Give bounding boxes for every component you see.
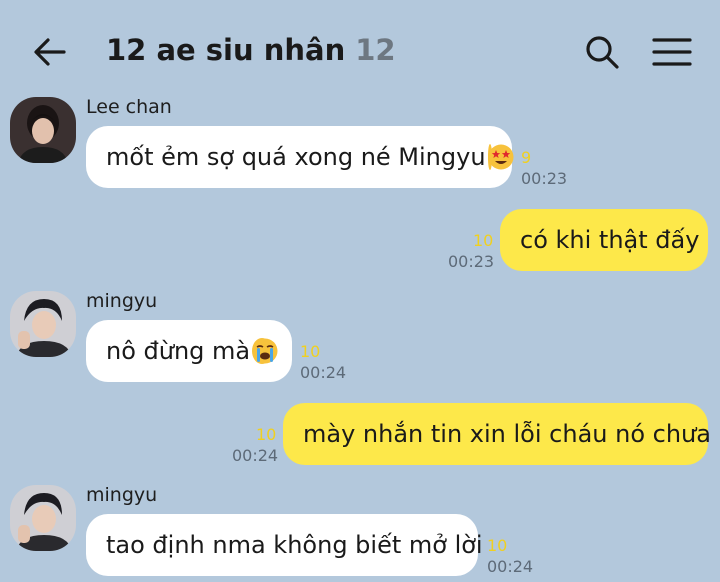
message-text: mày nhắn tin xin lỗi cháu nó chưa <box>303 420 711 448</box>
star-struck-emoji-icon <box>487 144 514 170</box>
sender-name: mingyu <box>86 484 158 506</box>
message-bubble-outgoing[interactable]: có khi thật đấy <box>500 209 708 271</box>
unread-count: 10 <box>473 231 494 250</box>
chat-title: 12 ae siu nhân <box>106 33 346 67</box>
message-text: mốt ẻm sợ quá xong né Mingyu <box>106 143 486 171</box>
unread-count: 10 <box>300 342 321 361</box>
message-text: tao định nma không biết mở lời <box>106 531 483 559</box>
crying-emoji-icon <box>252 338 278 364</box>
profile-photo-icon <box>10 291 76 357</box>
member-count: 12 <box>355 33 396 67</box>
profile-photo-icon <box>10 485 76 551</box>
arrow-left-icon <box>34 38 66 66</box>
message-bubble-incoming[interactable]: mốt ẻm sợ quá xong né Mingyu <box>86 126 514 188</box>
message-text: nô đừng mà <box>106 337 251 365</box>
avatar-mingyu[interactable] <box>10 291 76 357</box>
sender-name: Lee chan <box>86 96 172 118</box>
unread-count: 10 <box>487 536 508 555</box>
message-bubble-outgoing[interactable]: mày nhắn tin xin lỗi cháu nó chưa <box>283 403 711 465</box>
message-bubble-incoming[interactable]: tao định nma không biết mở lời <box>86 514 483 576</box>
message-time: 00:24 <box>232 446 279 465</box>
message-text: có khi thật đấy <box>520 226 700 254</box>
back-button[interactable] <box>30 32 70 72</box>
search-icon <box>586 36 619 69</box>
menu-button[interactable] <box>650 32 694 72</box>
avatar-lee-chan[interactable] <box>10 97 76 163</box>
message-time: 00:24 <box>300 363 347 382</box>
avatar-mingyu[interactable] <box>10 485 76 551</box>
unread-count: 10 <box>256 425 277 444</box>
message-time: 00:23 <box>521 169 568 188</box>
message-time: 00:24 <box>487 557 534 576</box>
message-bubble-incoming[interactable]: nô đừng mà <box>86 320 292 382</box>
profile-photo-icon <box>10 97 76 163</box>
message-time: 00:23 <box>448 252 495 271</box>
search-button[interactable] <box>582 32 622 72</box>
chat-header: 12 ae siu nhân 12 <box>0 0 720 96</box>
unread-count: 9 <box>521 148 532 167</box>
chat-title-area: 12 ae siu nhân 12 <box>106 33 396 67</box>
sender-name: mingyu <box>86 290 158 312</box>
hamburger-menu-icon <box>652 38 692 66</box>
